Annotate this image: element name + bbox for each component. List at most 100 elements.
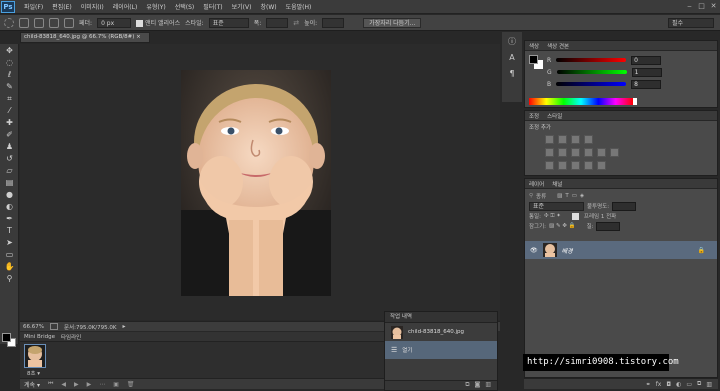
blur-tool-icon[interactable]: ● (3, 190, 16, 200)
antialias-checkbox[interactable]: 앤티 앨리어스 (136, 18, 180, 27)
history-item-open[interactable]: ☰ 열기 (385, 341, 497, 359)
history-snapshot[interactable]: child-83818_640.jpg (385, 323, 497, 341)
frame-delay[interactable]: 8초 ▾ (27, 369, 40, 377)
red-value[interactable]: 0 (631, 55, 662, 65)
height-input[interactable] (322, 17, 345, 28)
threshold-icon[interactable] (571, 161, 580, 170)
tween-icon[interactable]: ⋯ (99, 381, 105, 388)
camera-icon[interactable]: ◙ (475, 381, 481, 390)
menu-view[interactable]: 보기(V) (232, 2, 252, 11)
menu-filter[interactable]: 필터(T) (203, 2, 222, 11)
status-arrow-icon[interactable]: ▸ (123, 323, 126, 330)
kind-select[interactable]: 종류 (536, 192, 546, 200)
gradient-tool-icon[interactable]: ▤ (3, 178, 16, 188)
path-select-icon[interactable]: ➤ (3, 238, 16, 248)
link-layers-icon[interactable]: ⚭ (646, 381, 651, 388)
photo-filter-icon[interactable] (584, 148, 593, 157)
menu-image[interactable]: 이미지(I) (81, 2, 104, 11)
lasso-tool-icon[interactable]: ℓ (3, 70, 16, 80)
menu-edit[interactable]: 편집(E) (52, 2, 72, 11)
unify-icons[interactable]: ✣ ⚿ ✦ (544, 213, 561, 220)
new-frame-icon[interactable]: ▣ (113, 381, 119, 388)
tab-timeline[interactable]: 타임라인 (61, 333, 81, 341)
menu-help[interactable]: 도움말(H) (286, 2, 312, 11)
menu-select[interactable]: 선택(S) (175, 2, 195, 11)
new-group-icon[interactable]: ▭ (686, 381, 692, 388)
brush-tool-icon[interactable]: ✐ (3, 130, 16, 140)
next-frame-icon[interactable]: ▶ (87, 381, 92, 388)
tab-mini-bridge[interactable]: Mini Bridge (24, 334, 55, 340)
posterize-icon[interactable] (558, 161, 567, 170)
delete-layer-icon[interactable]: ▥ (706, 381, 712, 388)
clone-stamp-icon[interactable]: ♟ (3, 142, 16, 152)
maximize-icon[interactable]: □ (697, 2, 706, 11)
gradient-map-icon[interactable] (584, 161, 593, 170)
filter-icons[interactable]: ▨T▭◈ (557, 193, 587, 199)
close-icon[interactable]: ✕ (709, 2, 718, 11)
color-balance-icon[interactable] (558, 148, 567, 157)
prev-frame-icon[interactable]: ◀ (61, 381, 66, 388)
tab-styles[interactable]: 스타일 (547, 112, 562, 120)
white-ramp[interactable] (633, 98, 637, 105)
foreground-color-swatch[interactable] (2, 333, 11, 342)
info-icon[interactable]: ⓘ (505, 36, 519, 48)
layer-row-background[interactable]: 👁 배경 🔒 (525, 241, 717, 259)
style-select[interactable]: 표준 (208, 17, 249, 28)
shape-tool-icon[interactable]: ▭ (3, 250, 16, 260)
type-tool-icon[interactable]: T (3, 226, 16, 236)
zoom-tool-icon[interactable]: ⚲ (3, 274, 16, 284)
close-tab-icon[interactable]: × (136, 34, 141, 40)
tab-channels[interactable]: 채널 (552, 180, 562, 188)
zoom-level[interactable]: 66.67% (23, 324, 44, 330)
minimize-icon[interactable]: ‒ (685, 2, 694, 11)
character-icon[interactable]: A (505, 52, 519, 64)
tab-swatches[interactable]: 색상 견본 (547, 42, 569, 50)
loop-select[interactable]: 계속 ▾ (24, 380, 40, 389)
new-document-icon[interactable]: ⧉ (465, 381, 469, 390)
eraser-tool-icon[interactable]: ▱ (3, 166, 16, 176)
red-slider[interactable] (556, 58, 627, 62)
quick-select-tool-icon[interactable]: ✎ (3, 82, 16, 92)
exposure-icon[interactable] (584, 135, 593, 144)
paragraph-icon[interactable]: ¶ (505, 68, 519, 80)
photo-canvas[interactable] (181, 70, 331, 296)
workspace-select[interactable]: 필수 (668, 17, 714, 28)
document-tab[interactable]: child-83818_640.jpg @ 66.7% (RGB/8#) × (20, 32, 150, 43)
blue-slider[interactable] (556, 82, 627, 86)
color-lookup-icon[interactable] (610, 148, 619, 157)
history-brush-icon[interactable]: ↺ (3, 154, 16, 164)
adjustment-layer-icon[interactable]: ◐ (676, 381, 681, 388)
hue-saturation-icon[interactable] (545, 148, 554, 157)
history-tab[interactable]: 작업 내역 (385, 312, 497, 323)
layer-name[interactable]: 배경 (562, 246, 573, 255)
lock-icons[interactable]: ▨ ✎ ✥ 🔒 (549, 223, 576, 229)
frame-thumbnail[interactable] (24, 344, 46, 368)
trash-icon[interactable]: ▥ (485, 381, 491, 390)
propagate-checkbox[interactable] (571, 212, 579, 220)
refine-edge-button[interactable]: 가장자리 다듬기... (363, 17, 422, 28)
first-frame-icon[interactable]: ⏮ (48, 380, 53, 388)
feather-input[interactable]: 0 px (97, 17, 132, 28)
status-icon[interactable] (49, 323, 58, 330)
green-slider[interactable] (556, 70, 627, 74)
black-white-icon[interactable] (571, 148, 580, 157)
pen-tool-icon[interactable]: ✒ (3, 214, 16, 224)
menu-window[interactable]: 창(W) (260, 2, 276, 11)
new-selection-icon[interactable] (19, 17, 29, 28)
color-swatches[interactable] (2, 333, 18, 347)
fx-icon[interactable]: fx (656, 381, 662, 388)
blue-value[interactable]: 8 (631, 79, 662, 89)
color-panel-swatches[interactable] (529, 55, 543, 69)
menu-file[interactable]: 파일(F) (24, 2, 43, 11)
menu-type[interactable]: 유형(Y) (146, 2, 165, 11)
new-layer-icon[interactable]: ⧉ (697, 380, 701, 388)
channel-mixer-icon[interactable] (597, 148, 606, 157)
move-tool-icon[interactable]: ✥ (3, 46, 16, 56)
levels-icon[interactable] (558, 135, 567, 144)
opacity-input[interactable] (612, 201, 637, 211)
curves-icon[interactable] (571, 135, 580, 144)
blend-mode-select[interactable]: 표준 (529, 201, 584, 211)
intersect-selection-icon[interactable] (64, 17, 74, 28)
crop-tool-icon[interactable]: ⌗ (3, 94, 16, 104)
mask-icon[interactable]: ◘ (666, 381, 671, 388)
